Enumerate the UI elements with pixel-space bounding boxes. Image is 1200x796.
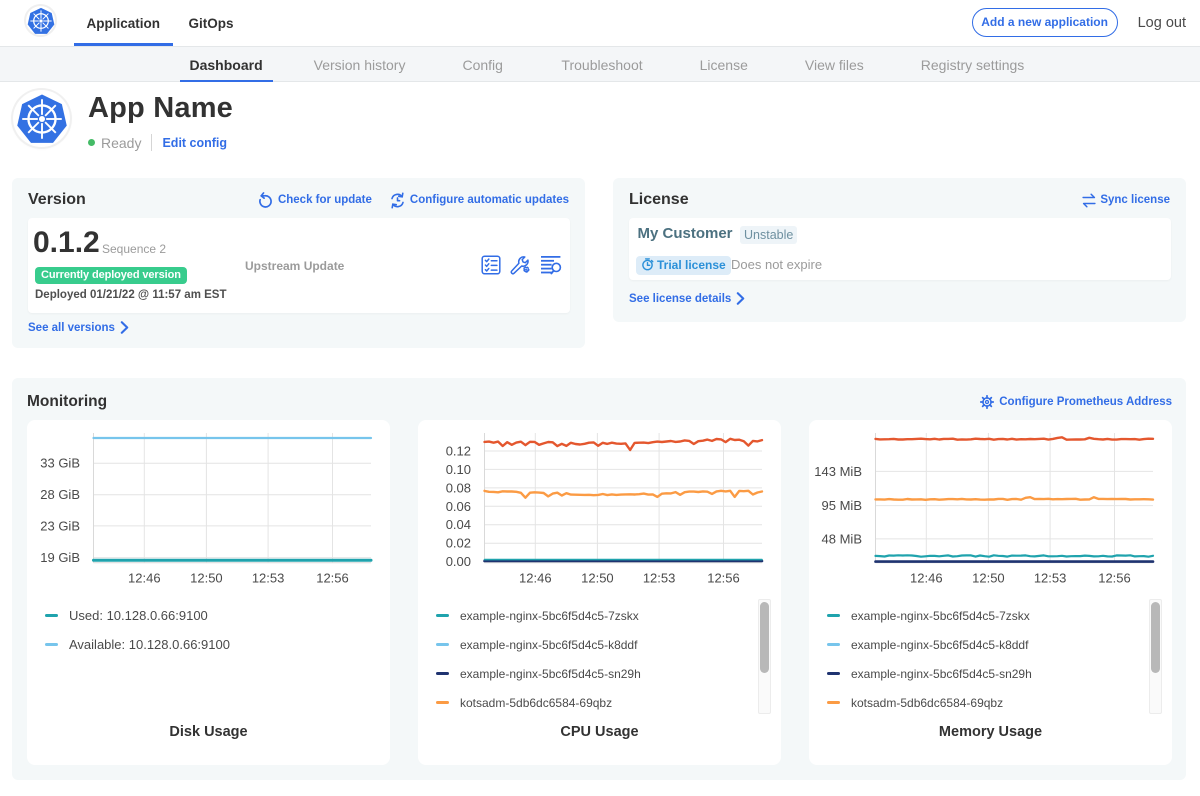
svg-text:0.02: 0.02 — [446, 536, 471, 551]
svg-text:12:46: 12:46 — [910, 571, 943, 586]
svg-text:0.06: 0.06 — [446, 499, 471, 514]
svg-text:33 GiB: 33 GiB — [40, 456, 80, 471]
svg-text:12:56: 12:56 — [316, 571, 349, 586]
svg-text:12:50: 12:50 — [972, 571, 1005, 586]
svg-text:0.08: 0.08 — [446, 480, 471, 495]
svg-text:19 GiB: 19 GiB — [40, 550, 80, 565]
svg-text:95 MiB: 95 MiB — [822, 498, 862, 513]
svg-text:0.10: 0.10 — [446, 462, 471, 477]
svg-text:28 GiB: 28 GiB — [40, 487, 80, 502]
svg-text:0.12: 0.12 — [446, 444, 471, 459]
svg-text:0.04: 0.04 — [446, 517, 471, 532]
svg-text:48 MiB: 48 MiB — [822, 531, 862, 546]
svg-text:0.00: 0.00 — [446, 554, 471, 569]
svg-text:12:50: 12:50 — [190, 571, 223, 586]
svg-text:23 GiB: 23 GiB — [40, 518, 80, 533]
svg-text:12:50: 12:50 — [581, 571, 614, 586]
svg-text:12:46: 12:46 — [128, 571, 161, 586]
svg-text:12:53: 12:53 — [643, 571, 676, 586]
svg-text:12:53: 12:53 — [252, 571, 285, 586]
svg-text:143 MiB: 143 MiB — [814, 464, 862, 479]
svg-text:12:46: 12:46 — [519, 571, 552, 586]
svg-text:12:53: 12:53 — [1034, 571, 1067, 586]
svg-text:12:56: 12:56 — [707, 571, 740, 586]
svg-text:12:56: 12:56 — [1098, 571, 1131, 586]
